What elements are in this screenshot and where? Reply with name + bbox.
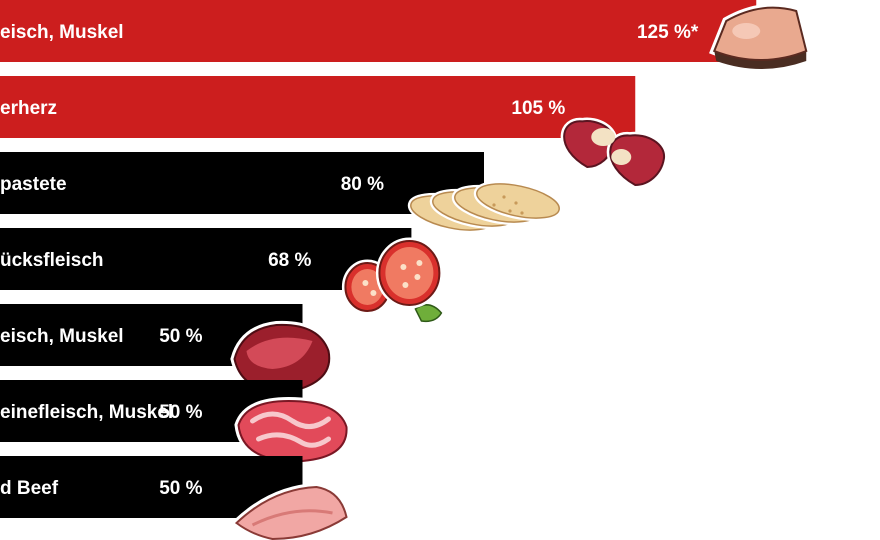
bar-chart: eisch, Muskel 125 %* erherz 105 % pastete 80 … (0, 0, 811, 540)
value-label: 125 %* (637, 22, 699, 43)
value-label: 50 % (159, 402, 202, 423)
category-label: erherz (0, 98, 57, 119)
category-label: pastete (0, 174, 67, 195)
pork-steak-icon (234, 396, 351, 466)
category-label: ücksfleisch (0, 250, 104, 271)
category-label: einefleisch, Muskel (0, 402, 173, 423)
value-label: 50 % (159, 326, 202, 347)
category-label: eisch, Muskel (0, 326, 124, 347)
category-label: eisch, Muskel (0, 22, 124, 43)
value-label: 105 % (511, 98, 565, 119)
value-label: 80 % (341, 174, 384, 195)
value-label: 50 % (159, 478, 202, 499)
value-label: 68 % (268, 250, 311, 271)
chicken-hearts-icon (560, 117, 668, 189)
ham-slice-icon (709, 3, 811, 69)
category-label: d Beef (0, 478, 59, 499)
